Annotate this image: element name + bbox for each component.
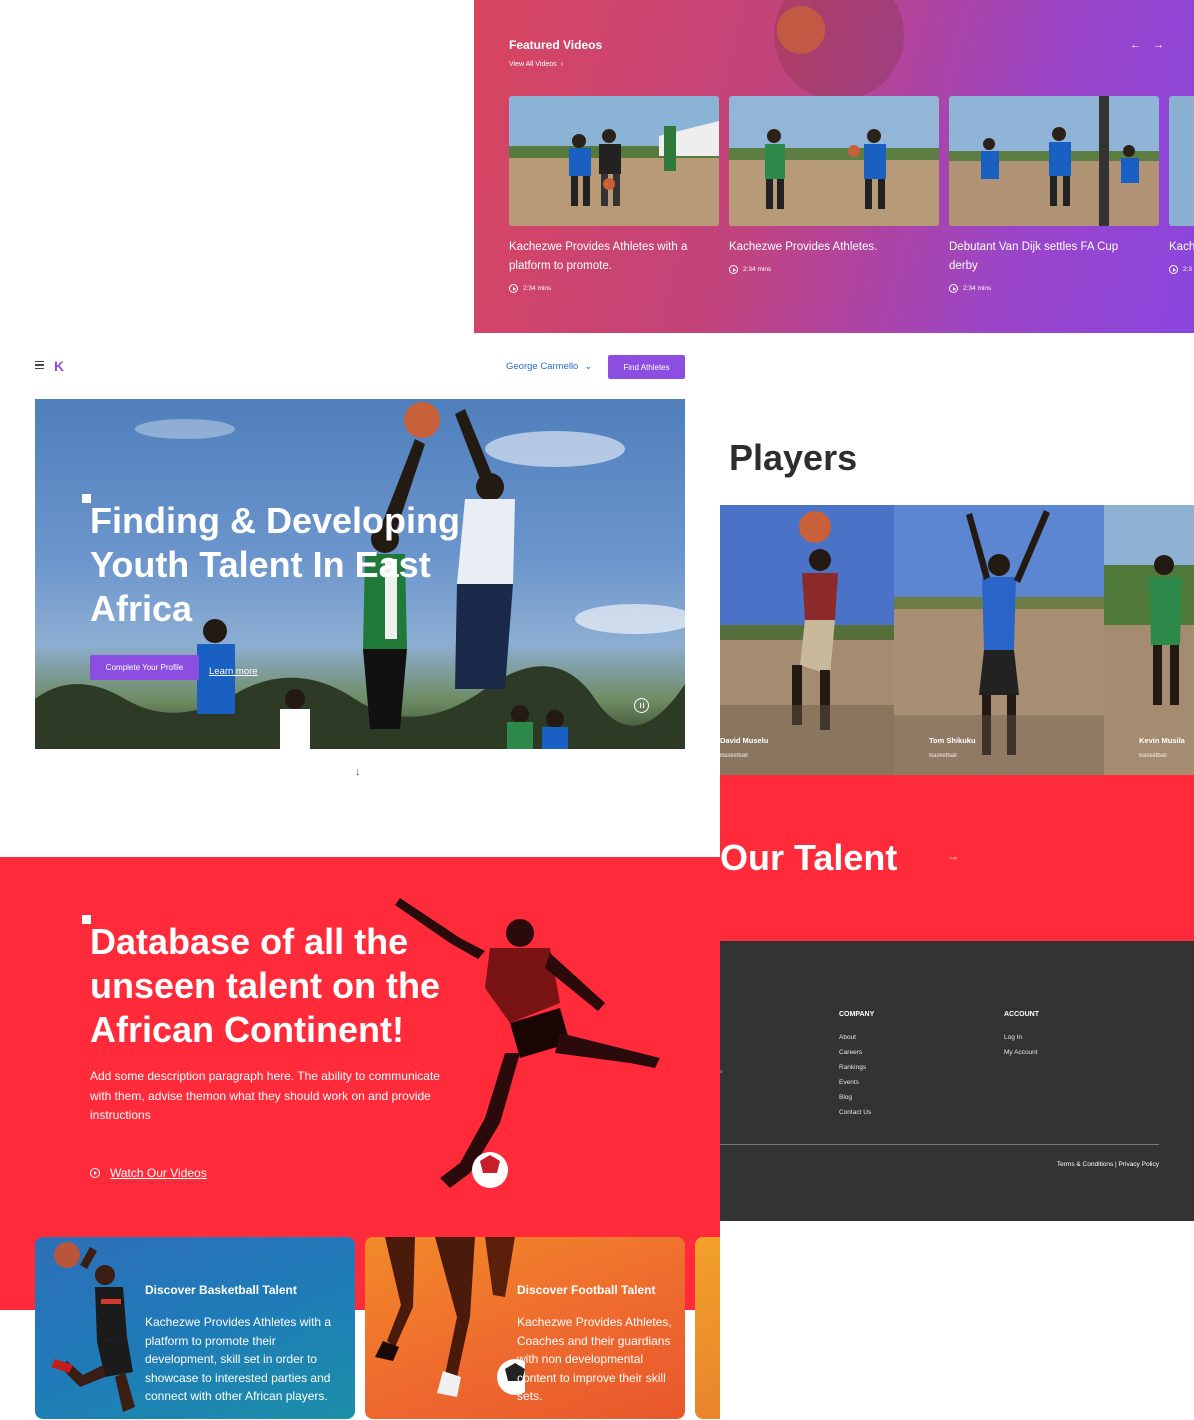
- our-talent-heading: Our Talent: [720, 837, 898, 878]
- footer-link-blog[interactable]: Blog: [839, 1094, 874, 1109]
- learn-more-link[interactable]: Learn more: [209, 666, 258, 677]
- footer-legal-links[interactable]: Terms & Conditions | Privacy Policy: [1057, 1161, 1159, 1168]
- play-circle-icon: [90, 1168, 100, 1178]
- play-circle-icon: [949, 284, 958, 293]
- video-thumbnail[interactable]: [729, 96, 939, 226]
- video-thumbnail[interactable]: [509, 96, 719, 226]
- play-circle-icon: [1169, 265, 1178, 274]
- footer-link-events[interactable]: Events: [839, 1079, 874, 1094]
- find-athletes-button[interactable]: Find Athletes: [608, 355, 685, 379]
- database-title: Database of all the unseen talent on the…: [90, 921, 441, 1050]
- pause-icon[interactable]: [634, 698, 649, 713]
- discover-football-card[interactable]: Discover Football Talent Kachezwe Provid…: [365, 1237, 685, 1419]
- video-card[interactable]: Debutant Van Dijk settles FA Cup derby 2…: [949, 96, 1159, 293]
- arrow-right-icon[interactable]: →: [1153, 39, 1164, 51]
- our-talent-section: Our Talent →: [720, 775, 1194, 941]
- video-title: Kachezwe Provides Athletes.: [729, 241, 878, 253]
- football-players-image: [375, 1237, 525, 1397]
- footer-company-heading: COMPANY: [839, 1011, 875, 1018]
- chevron-right-icon: ›: [560, 61, 563, 68]
- complete-profile-button[interactable]: Complete Your Profile: [90, 655, 199, 680]
- arrow-right-icon[interactable]: →: [947, 849, 959, 863]
- watch-videos-label: Watch Our Videos: [110, 1166, 207, 1180]
- database-description: Add some description paragraph here. The…: [90, 1069, 440, 1122]
- duration-label: 2:34 mins: [963, 285, 992, 292]
- player-name: Tom Shikuku: [929, 736, 976, 745]
- footer-account-column: ACCOUNT Log In My Account: [1004, 1011, 1039, 1064]
- play-circle-icon: [509, 284, 518, 293]
- player-name: David Muselu: [720, 736, 769, 745]
- featured-videos-title: Featured Videos: [509, 38, 603, 52]
- video-title: Kachezwe Provides Athletes with a platfo…: [509, 241, 688, 272]
- footer-link-about[interactable]: About: [839, 1034, 874, 1049]
- arrow-down-icon[interactable]: ↓: [355, 766, 361, 778]
- discover-card-partial[interactable]: [695, 1237, 720, 1419]
- arrow-left-icon[interactable]: ←: [1130, 39, 1141, 51]
- player-sport: Basketball: [720, 753, 748, 759]
- player-sport: Basketball: [1139, 753, 1167, 759]
- background-ball: [777, 6, 825, 54]
- footer-link-careers[interactable]: Careers: [839, 1049, 874, 1064]
- chevron-down-icon: ⌄: [584, 361, 593, 372]
- discover-card-text: Kachezwe Provides Athletes, Coaches and …: [517, 1315, 672, 1403]
- players-heading: Players: [729, 437, 858, 478]
- footer-divider: [720, 1144, 1159, 1145]
- video-card[interactable]: Kachezwe Provides Athletes with a platfo…: [509, 96, 719, 293]
- players-carousel: David Muselu Basketball Tom Shikuku Bask…: [720, 505, 1194, 775]
- footer-link-contact[interactable]: Contact Us: [839, 1109, 874, 1124]
- footer-company-column: COMPANY About Careers Rankings Events Bl…: [839, 1011, 874, 1124]
- footer-link-login[interactable]: Log In: [1004, 1034, 1039, 1049]
- discover-card-title: Discover Basketball Talent: [145, 1283, 297, 1297]
- footer-link-rankings[interactable]: Rankings: [839, 1064, 874, 1079]
- featured-videos-section: Featured Videos View All Videos › ← → Ka…: [474, 0, 1194, 333]
- video-thumbnail[interactable]: [1169, 96, 1194, 226]
- video-duration: 2:3: [1169, 265, 1194, 274]
- discover-card-title: Discover Football Talent: [517, 1283, 656, 1297]
- video-card[interactable]: Kach 2:3: [1169, 96, 1194, 274]
- basketball-player-image: [51, 1242, 135, 1412]
- duration-label: 2:3: [1183, 266, 1193, 273]
- player-sport: Basketball: [929, 753, 957, 759]
- player-card[interactable]: David Muselu Basketball: [720, 505, 894, 775]
- duration-label: 2:34 mins: [743, 266, 772, 273]
- video-title: Debutant Van Dijk settles FA Cup derby: [949, 241, 1119, 272]
- video-title: Kach: [1169, 241, 1194, 253]
- video-duration: 2:34 mins: [949, 284, 1159, 293]
- discover-card-text: Kachezwe Provides Athletes with a platfo…: [145, 1315, 332, 1403]
- video-duration: 2:34 mins: [729, 265, 939, 274]
- video-duration: 2:34 mins: [509, 284, 719, 293]
- user-name: George Carmello: [506, 361, 579, 372]
- video-card[interactable]: Kachezwe Provides Athletes. 2:34 mins: [729, 96, 939, 274]
- user-menu[interactable]: George Carmello ⌄: [506, 361, 592, 372]
- video-thumbnail[interactable]: [949, 96, 1159, 226]
- play-circle-icon: [729, 265, 738, 274]
- footer-fragment: s: [720, 1069, 723, 1075]
- player-card[interactable]: Tom Shikuku Basketball: [894, 505, 1104, 775]
- hamburger-menu-icon[interactable]: [35, 361, 44, 371]
- view-all-videos-link[interactable]: View All Videos ›: [509, 61, 563, 68]
- player-card[interactable]: Kevin Musila Basketball: [1104, 505, 1194, 775]
- logo[interactable]: K: [54, 358, 64, 374]
- watch-videos-link[interactable]: Watch Our Videos: [90, 1166, 207, 1180]
- view-all-label: View All Videos: [509, 61, 557, 68]
- player-name: Kevin Musila: [1139, 736, 1185, 745]
- hero-title: Finding & Developing Youth Talent In Eas…: [90, 500, 460, 629]
- carousel-controls: ← →: [1130, 39, 1164, 51]
- duration-label: 2:34 mins: [523, 285, 552, 292]
- footer-account-heading: ACCOUNT: [1004, 1011, 1039, 1018]
- footer: s COMPANY About Careers Rankings Events …: [720, 941, 1194, 1221]
- footer-link-my-account[interactable]: My Account: [1004, 1049, 1039, 1064]
- discover-basketball-card[interactable]: Discover Basketball Talent Kachezwe Prov…: [35, 1237, 355, 1419]
